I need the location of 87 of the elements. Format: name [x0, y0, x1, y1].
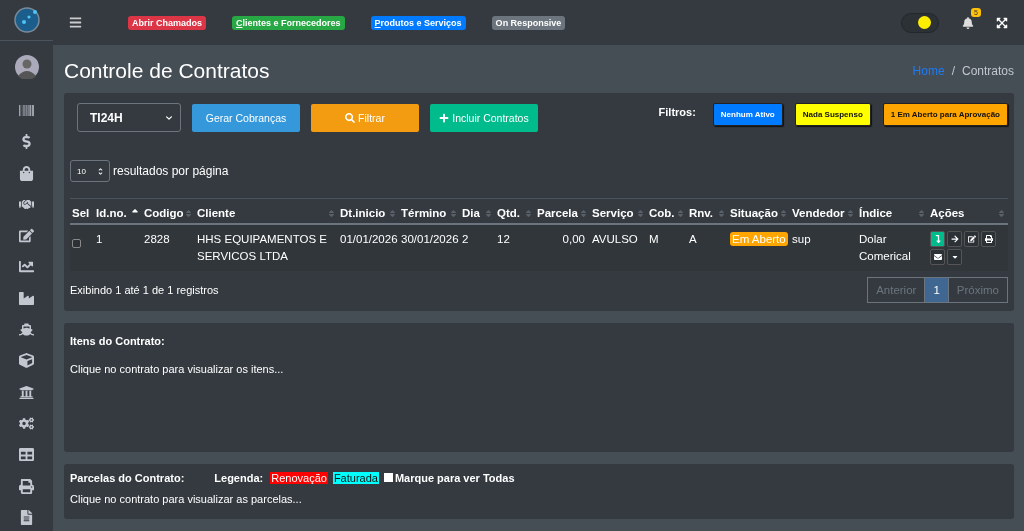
plus-icon: [439, 112, 450, 123]
panel-message: Clique no contrato para visualizar os itens...: [70, 363, 285, 375]
column-header[interactable]: Ações: [930, 207, 965, 219]
edit-icon: [967, 235, 976, 243]
down-arrow-icon: [933, 235, 942, 243]
print-icon: [984, 235, 993, 243]
shortcut-badge[interactable]: Produtos e Serviços: [370, 15, 466, 30]
table-cell: sup: [792, 233, 811, 245]
cube-icon[interactable]: [19, 353, 34, 369]
caret-icon: [950, 253, 959, 261]
row-checkbox[interactable]: [72, 239, 81, 248]
column-header[interactable]: Término: [401, 207, 447, 219]
show-all-label: Marque para ver Todas: [394, 471, 515, 484]
table-cell: A: [689, 233, 697, 245]
table-cell: 01/01/2026: [340, 233, 398, 245]
column-header[interactable]: Dt.inicio: [340, 207, 386, 219]
column-header[interactable]: Índice: [859, 207, 893, 219]
menu-icon[interactable]: [69, 16, 82, 29]
go-button[interactable]: [947, 231, 962, 247]
table-cell: 30/01/2026: [401, 233, 459, 245]
table-cell: HHS EQUIPAMENTOS E SERVICOS LTDA: [197, 233, 327, 262]
gears-icon[interactable]: [19, 415, 34, 431]
column-header[interactable]: Parcela: [537, 207, 578, 219]
fullscreen-icon[interactable]: [996, 16, 1008, 29]
shopping-bag-icon[interactable]: [19, 165, 34, 181]
table-cell: Dolar Comerical: [859, 233, 911, 262]
table-cell: 2: [462, 233, 469, 245]
legend-tag: Renovação: [270, 471, 328, 484]
print-button[interactable]: [981, 231, 996, 247]
edit-icon[interactable]: [19, 228, 34, 244]
page-size-label: resultados por página: [113, 164, 229, 178]
table-info: Exibindo 1 até 1 de 1 registros: [70, 284, 219, 296]
filter-button[interactable]: Nenhum Ativo: [712, 103, 783, 126]
factory-icon[interactable]: [19, 290, 34, 306]
line-chart-icon[interactable]: [19, 259, 34, 275]
status-badge: Em Aberto: [730, 232, 788, 246]
up-down-icon: [96, 166, 105, 176]
column-header[interactable]: Dia: [462, 207, 480, 219]
table-cell: 12: [497, 233, 510, 245]
table-cell: 2828: [144, 233, 170, 245]
column-header[interactable]: Vendedor: [792, 207, 845, 219]
company-select[interactable]: TI24H: [77, 103, 181, 132]
panel-message: Clique no contrato para visualizar as parcelas...: [70, 492, 303, 505]
shortcut-badge[interactable]: On Responsive: [491, 15, 566, 30]
column-header[interactable]: Id.no.: [96, 207, 127, 219]
table-cell: 1: [96, 233, 103, 245]
page-title: Controle de Contratos: [64, 59, 270, 83]
table-cell: AVULSO: [592, 233, 638, 245]
breadcrumb-separator: /: [951, 64, 955, 78]
email-button[interactable]: [930, 249, 945, 265]
column-header[interactable]: Rnv.: [689, 207, 714, 219]
table-cell: 0,00: [562, 233, 585, 245]
envelope-icon: [933, 253, 942, 261]
document-icon[interactable]: [19, 509, 34, 525]
column-header[interactable]: Qtd.: [497, 207, 520, 219]
panel-title: Parcelas do Contrato:: [70, 471, 185, 484]
column-header[interactable]: Cliente: [197, 207, 236, 219]
panel-title: Itens do Contrato:: [70, 335, 165, 347]
column-header[interactable]: Sel: [72, 207, 90, 219]
edit-button[interactable]: [964, 231, 979, 247]
filter-button[interactable]: Nada Suspenso: [794, 103, 871, 126]
table-icon[interactable]: [19, 447, 34, 463]
avatar[interactable]: [14, 55, 39, 79]
table-cell: M: [649, 233, 659, 245]
shortcut-badge[interactable]: Abrir Chamados: [128, 15, 206, 30]
theme-toggle[interactable]: [901, 12, 939, 33]
pagination-button[interactable]: 1: [924, 277, 949, 303]
dropdown-button[interactable]: [947, 249, 962, 265]
print-icon[interactable]: [19, 478, 34, 494]
logo-icon[interactable]: [13, 7, 40, 33]
bank-icon[interactable]: [19, 384, 34, 400]
ship-icon[interactable]: [19, 322, 34, 338]
barcode-icon[interactable]: [19, 103, 34, 118]
column-header[interactable]: Serviço: [592, 207, 634, 219]
page-size-select[interactable]: 10: [70, 160, 110, 182]
bell-icon[interactable]: [962, 16, 974, 29]
column-header[interactable]: Codigo: [144, 207, 184, 219]
filter-button[interactable]: 1 Em Aberto para Aprovação: [882, 103, 1008, 126]
column-header[interactable]: Cob.: [649, 207, 675, 219]
filters-label: Filtros:: [658, 106, 696, 118]
arrow-right-icon: [950, 235, 959, 243]
breadcrumb-current: Contratos: [961, 64, 1014, 78]
legend-tag: Faturada: [332, 471, 379, 484]
show-all-checkbox[interactable]: [383, 473, 393, 483]
column-header[interactable]: Situação: [730, 207, 778, 219]
legend-label: Legenda:: [214, 471, 264, 484]
search-icon: [345, 112, 356, 123]
